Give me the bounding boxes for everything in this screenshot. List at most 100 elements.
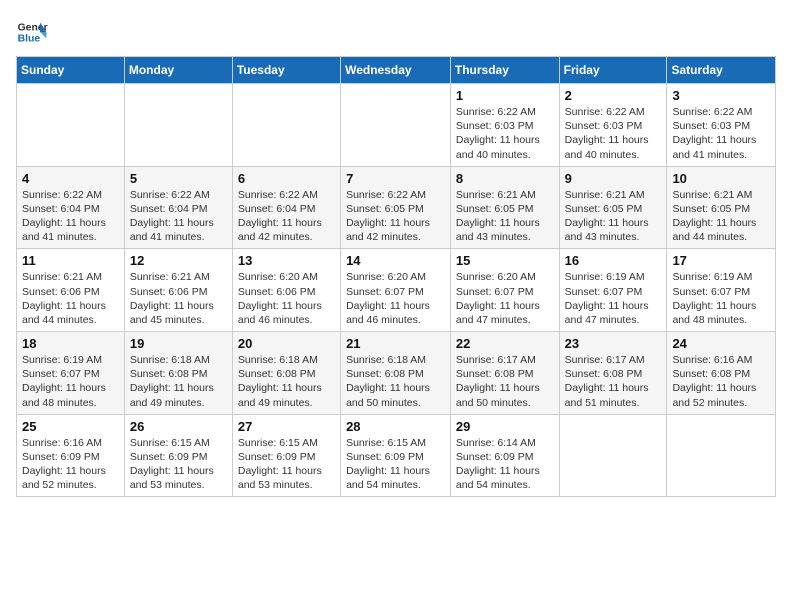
day-number: 16 xyxy=(565,253,662,268)
day-number: 27 xyxy=(238,419,335,434)
day-info: Sunrise: 6:17 AMSunset: 6:08 PMDaylight:… xyxy=(565,353,662,410)
day-info: Sunrise: 6:19 AMSunset: 6:07 PMDaylight:… xyxy=(565,270,662,327)
calendar-cell: 11 Sunrise: 6:21 AMSunset: 6:06 PMDayligh… xyxy=(17,249,125,332)
calendar-cell: 28 Sunrise: 6:15 AMSunset: 6:09 PMDayligh… xyxy=(341,414,451,497)
day-info: Sunrise: 6:15 AMSunset: 6:09 PMDaylight:… xyxy=(238,436,335,493)
calendar-cell: 10 Sunrise: 6:21 AMSunset: 6:05 PMDayligh… xyxy=(667,166,776,249)
day-number: 2 xyxy=(565,88,662,103)
day-info: Sunrise: 6:22 AMSunset: 6:05 PMDaylight:… xyxy=(346,188,445,245)
day-number: 3 xyxy=(672,88,770,103)
day-info: Sunrise: 6:22 AMSunset: 6:04 PMDaylight:… xyxy=(238,188,335,245)
day-info: Sunrise: 6:19 AMSunset: 6:07 PMDaylight:… xyxy=(22,353,119,410)
calendar-cell: 27 Sunrise: 6:15 AMSunset: 6:09 PMDayligh… xyxy=(232,414,340,497)
calendar-week-1: 1Sunrise: 6:22 AMSunset: 6:03 PMDaylight… xyxy=(17,84,776,167)
day-number: 21 xyxy=(346,336,445,351)
day-number: 14 xyxy=(346,253,445,268)
day-number: 11 xyxy=(22,253,119,268)
day-info: Sunrise: 6:22 AMSunset: 6:03 PMDaylight:… xyxy=(456,105,554,162)
calendar-header-row: SundayMondayTuesdayWednesdayThursdayFrid… xyxy=(17,57,776,84)
day-number: 9 xyxy=(565,171,662,186)
day-info: Sunrise: 6:21 AMSunset: 6:05 PMDaylight:… xyxy=(565,188,662,245)
calendar-week-4: 18 Sunrise: 6:19 AMSunset: 6:07 PMDayligh… xyxy=(17,332,776,415)
day-number: 17 xyxy=(672,253,770,268)
header-tuesday: Tuesday xyxy=(232,57,340,84)
calendar-cell: 15Sunrise: 6:20 AMSunset: 6:07 PMDayligh… xyxy=(450,249,559,332)
calendar-cell: 2 Sunrise: 6:22 AMSunset: 6:03 PMDaylight… xyxy=(559,84,667,167)
day-info: Sunrise: 6:15 AMSunset: 6:09 PMDaylight:… xyxy=(130,436,227,493)
day-info: Sunrise: 6:20 AMSunset: 6:07 PMDaylight:… xyxy=(456,270,554,327)
calendar-cell: 3 Sunrise: 6:22 AMSunset: 6:03 PMDaylight… xyxy=(667,84,776,167)
day-number: 18 xyxy=(22,336,119,351)
day-number: 12 xyxy=(130,253,227,268)
calendar-cell: 9 Sunrise: 6:21 AMSunset: 6:05 PMDaylight… xyxy=(559,166,667,249)
calendar-cell: 4 Sunrise: 6:22 AMSunset: 6:04 PMDaylight… xyxy=(17,166,125,249)
day-info: Sunrise: 6:21 AMSunset: 6:05 PMDaylight:… xyxy=(456,188,554,245)
header-monday: Monday xyxy=(124,57,232,84)
day-info: Sunrise: 6:16 AMSunset: 6:09 PMDaylight:… xyxy=(22,436,119,493)
day-info: Sunrise: 6:21 AMSunset: 6:06 PMDaylight:… xyxy=(22,270,119,327)
calendar-cell xyxy=(341,84,451,167)
calendar-cell: 1Sunrise: 6:22 AMSunset: 6:03 PMDaylight… xyxy=(450,84,559,167)
day-info: Sunrise: 6:19 AMSunset: 6:07 PMDaylight:… xyxy=(672,270,770,327)
day-number: 23 xyxy=(565,336,662,351)
header-friday: Friday xyxy=(559,57,667,84)
day-info: Sunrise: 6:15 AMSunset: 6:09 PMDaylight:… xyxy=(346,436,445,493)
svg-text:Blue: Blue xyxy=(18,34,41,45)
day-info: Sunrise: 6:22 AMSunset: 6:03 PMDaylight:… xyxy=(565,105,662,162)
day-number: 6 xyxy=(238,171,335,186)
calendar-cell: 6 Sunrise: 6:22 AMSunset: 6:04 PMDaylight… xyxy=(232,166,340,249)
calendar-cell: 16 Sunrise: 6:19 AMSunset: 6:07 PMDayligh… xyxy=(559,249,667,332)
day-number: 10 xyxy=(672,171,770,186)
day-number: 28 xyxy=(346,419,445,434)
calendar-table: SundayMondayTuesdayWednesdayThursdayFrid… xyxy=(16,56,776,497)
day-info: Sunrise: 6:20 AMSunset: 6:07 PMDaylight:… xyxy=(346,270,445,327)
calendar-cell: 20 Sunrise: 6:18 AMSunset: 6:08 PMDayligh… xyxy=(232,332,340,415)
day-number: 4 xyxy=(22,171,119,186)
calendar-cell: 19Sunrise: 6:18 AMSunset: 6:08 PMDayligh… xyxy=(124,332,232,415)
header-thursday: Thursday xyxy=(450,57,559,84)
calendar-cell: 5 Sunrise: 6:22 AMSunset: 6:04 PMDaylight… xyxy=(124,166,232,249)
day-number: 5 xyxy=(130,171,227,186)
calendar-week-5: 25 Sunrise: 6:16 AMSunset: 6:09 PMDayligh… xyxy=(17,414,776,497)
calendar-week-2: 4 Sunrise: 6:22 AMSunset: 6:04 PMDaylight… xyxy=(17,166,776,249)
calendar-cell: 13 Sunrise: 6:20 AMSunset: 6:06 PMDayligh… xyxy=(232,249,340,332)
day-info: Sunrise: 6:17 AMSunset: 6:08 PMDaylight:… xyxy=(456,353,554,410)
day-number: 13 xyxy=(238,253,335,268)
day-info: Sunrise: 6:20 AMSunset: 6:06 PMDaylight:… xyxy=(238,270,335,327)
day-number: 24 xyxy=(672,336,770,351)
header-wednesday: Wednesday xyxy=(341,57,451,84)
calendar-cell: 21 Sunrise: 6:18 AMSunset: 6:08 PMDayligh… xyxy=(341,332,451,415)
calendar-cell: 7 Sunrise: 6:22 AMSunset: 6:05 PMDaylight… xyxy=(341,166,451,249)
calendar-cell: 12 Sunrise: 6:21 AMSunset: 6:06 PMDayligh… xyxy=(124,249,232,332)
day-number: 22 xyxy=(456,336,554,351)
day-info: Sunrise: 6:22 AMSunset: 6:03 PMDaylight:… xyxy=(672,105,770,162)
calendar-cell: 29Sunrise: 6:14 AMSunset: 6:09 PMDayligh… xyxy=(450,414,559,497)
calendar-cell: 14 Sunrise: 6:20 AMSunset: 6:07 PMDayligh… xyxy=(341,249,451,332)
calendar-week-3: 11 Sunrise: 6:21 AMSunset: 6:06 PMDayligh… xyxy=(17,249,776,332)
calendar-cell xyxy=(124,84,232,167)
day-info: Sunrise: 6:21 AMSunset: 6:06 PMDaylight:… xyxy=(130,270,227,327)
day-info: Sunrise: 6:14 AMSunset: 6:09 PMDaylight:… xyxy=(456,436,554,493)
day-number: 8 xyxy=(456,171,554,186)
calendar-cell xyxy=(559,414,667,497)
calendar-cell xyxy=(17,84,125,167)
day-info: Sunrise: 6:18 AMSunset: 6:08 PMDaylight:… xyxy=(346,353,445,410)
logo-icon: General Blue xyxy=(16,16,48,48)
header-sunday: Sunday xyxy=(17,57,125,84)
day-number: 7 xyxy=(346,171,445,186)
calendar-cell: 25 Sunrise: 6:16 AMSunset: 6:09 PMDayligh… xyxy=(17,414,125,497)
day-info: Sunrise: 6:16 AMSunset: 6:08 PMDaylight:… xyxy=(672,353,770,410)
day-info: Sunrise: 6:22 AMSunset: 6:04 PMDaylight:… xyxy=(22,188,119,245)
day-info: Sunrise: 6:18 AMSunset: 6:08 PMDaylight:… xyxy=(238,353,335,410)
day-number: 20 xyxy=(238,336,335,351)
day-number: 25 xyxy=(22,419,119,434)
calendar-cell: 26 Sunrise: 6:15 AMSunset: 6:09 PMDayligh… xyxy=(124,414,232,497)
calendar-cell xyxy=(667,414,776,497)
day-info: Sunrise: 6:21 AMSunset: 6:05 PMDaylight:… xyxy=(672,188,770,245)
day-info: Sunrise: 6:22 AMSunset: 6:04 PMDaylight:… xyxy=(130,188,227,245)
day-number: 26 xyxy=(130,419,227,434)
calendar-cell: 24 Sunrise: 6:16 AMSunset: 6:08 PMDayligh… xyxy=(667,332,776,415)
calendar-cell: 18 Sunrise: 6:19 AMSunset: 6:07 PMDayligh… xyxy=(17,332,125,415)
calendar-cell: 8 Sunrise: 6:21 AMSunset: 6:05 PMDaylight… xyxy=(450,166,559,249)
day-number: 19 xyxy=(130,336,227,351)
